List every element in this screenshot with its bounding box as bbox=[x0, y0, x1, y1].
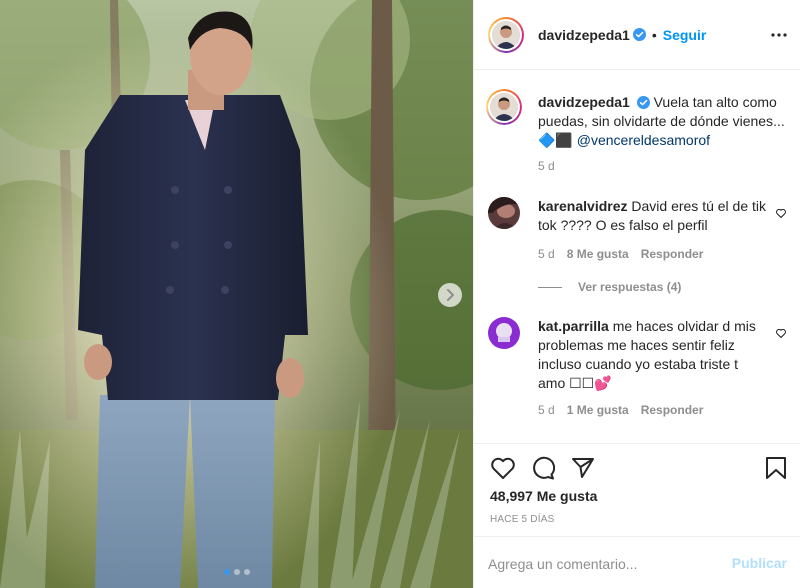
post-photo[interactable] bbox=[0, 0, 473, 588]
caption-time[interactable]: 5 d bbox=[538, 159, 555, 173]
post-date[interactable]: HACE 5 DÍAS bbox=[490, 514, 554, 525]
comment-icon[interactable] bbox=[531, 456, 555, 480]
comment-username[interactable]: kat.parrilla bbox=[538, 318, 609, 334]
instagram-post: davidzepeda1 • Seguir davidzepeda1 Vuela… bbox=[0, 0, 800, 588]
view-replies-label: Ver respuestas (4) bbox=[578, 280, 682, 294]
carousel-indicator bbox=[0, 569, 473, 575]
avatar-photo bbox=[490, 93, 518, 121]
next-photo-button[interactable] bbox=[438, 283, 462, 307]
caption-meta: 5 d bbox=[538, 159, 555, 173]
verified-badge-icon bbox=[632, 28, 646, 41]
comment-meta: 5 d 8 Me gusta Responder bbox=[538, 247, 703, 261]
comment-likes[interactable]: 8 Me gusta bbox=[567, 247, 629, 261]
post-side-panel: davidzepeda1 • Seguir davidzepeda1 Vuela… bbox=[473, 0, 800, 588]
comment-username[interactable]: karenalvidrez bbox=[538, 198, 628, 214]
comment-time[interactable]: 5 d bbox=[538, 403, 555, 417]
caption: davidzepeda1 Vuela tan alto como puedas,… bbox=[486, 89, 787, 201]
avatar-photo bbox=[488, 197, 520, 229]
like-comment-heart-icon[interactable] bbox=[775, 327, 787, 339]
comment-avatar[interactable] bbox=[488, 197, 520, 229]
caption-username[interactable]: davidzepeda1 bbox=[538, 94, 630, 110]
avatar-photo bbox=[492, 20, 520, 49]
comment-item: karenalvidrez David eres tú el de tik to… bbox=[488, 197, 787, 267]
reply-button[interactable]: Responder bbox=[641, 247, 704, 261]
chevron-right-icon bbox=[447, 289, 454, 301]
like-comment-heart-icon[interactable] bbox=[775, 207, 787, 219]
bookmark-icon[interactable] bbox=[765, 456, 787, 480]
share-icon[interactable] bbox=[571, 456, 595, 480]
comment-text: karenalvidrez David eres tú el de tik to… bbox=[538, 197, 767, 235]
view-replies-button[interactable]: Ver respuestas (4) bbox=[538, 280, 681, 294]
photo-scene bbox=[0, 0, 473, 588]
heart-icon[interactable] bbox=[490, 456, 516, 480]
carousel-dot bbox=[233, 569, 240, 575]
avatar-photo bbox=[488, 317, 520, 349]
comment-composer: Publicar bbox=[474, 536, 800, 588]
reply-button[interactable]: Responder bbox=[641, 403, 704, 417]
header-separator: • bbox=[651, 26, 657, 43]
caption-mention[interactable]: @vencereldesamorof bbox=[577, 132, 710, 148]
carousel-dot bbox=[223, 569, 230, 575]
comment-likes[interactable]: 1 Me gusta bbox=[567, 403, 629, 417]
post-header: davidzepeda1 • Seguir bbox=[474, 0, 800, 70]
caption-text: davidzepeda1 Vuela tan alto como puedas,… bbox=[538, 93, 787, 150]
author-username[interactable]: davidzepeda1 bbox=[538, 27, 630, 43]
replies-divider bbox=[538, 286, 562, 288]
more-horizontal-icon bbox=[771, 33, 787, 37]
likes-count[interactable]: 48,997 Me gusta bbox=[490, 488, 597, 504]
follow-button[interactable]: Seguir bbox=[663, 27, 707, 43]
carousel-dot bbox=[243, 569, 250, 575]
publish-button[interactable]: Publicar bbox=[732, 555, 787, 571]
comment-input[interactable] bbox=[488, 537, 718, 588]
avatar[interactable] bbox=[488, 16, 524, 53]
comment-meta: 5 d 1 Me gusta Responder bbox=[538, 403, 703, 417]
comment-avatar[interactable] bbox=[488, 317, 520, 349]
verified-badge-icon bbox=[636, 96, 650, 109]
comment-text: kat.parrilla me haces olvidar d mis prob… bbox=[538, 317, 767, 393]
caption-avatar[interactable] bbox=[486, 89, 522, 125]
comments-list[interactable]: davidzepeda1 Vuela tan alto como puedas,… bbox=[474, 71, 800, 443]
post-actions: 48,997 Me gusta HACE 5 DÍAS Publicar bbox=[474, 443, 800, 588]
more-options-button[interactable] bbox=[769, 27, 789, 43]
comment-time[interactable]: 5 d bbox=[538, 247, 555, 261]
comment-item: kat.parrilla me haces olvidar d mis prob… bbox=[488, 317, 787, 417]
